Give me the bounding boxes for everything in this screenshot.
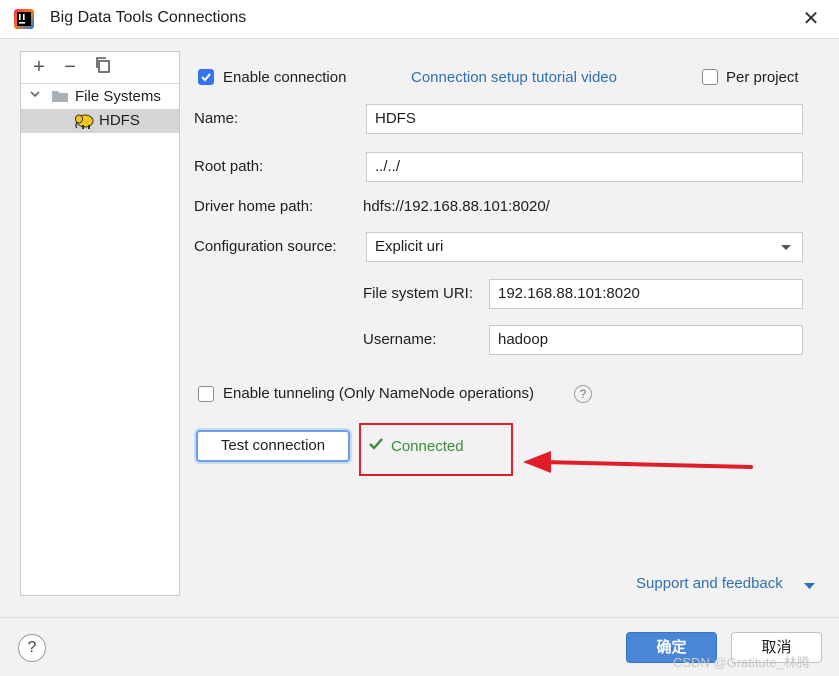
support-feedback-link[interactable]: Support and feedback: [636, 575, 783, 592]
annotation-highlight-box: [359, 423, 513, 476]
help-icon[interactable]: ?: [574, 385, 592, 403]
footer-divider: [0, 617, 839, 618]
enable-connection-label: Enable connection: [223, 69, 347, 86]
dropdown-arrow-icon[interactable]: [780, 233, 792, 271]
dialog-title: Big Data Tools Connections: [50, 9, 247, 26]
app-icon: [14, 9, 34, 29]
test-connection-button[interactable]: Test connection: [196, 430, 350, 462]
tree-item-hdfs[interactable]: HDFS: [21, 109, 179, 133]
configuration-source-value: Explicit uri: [375, 238, 444, 255]
tutorial-video-link[interactable]: Connection setup tutorial video: [411, 69, 617, 86]
tree-toolbar: + −: [21, 52, 179, 84]
configuration-source-label: Configuration source:: [194, 238, 337, 255]
name-input[interactable]: HDFS: [366, 104, 803, 134]
username-label: Username:: [363, 331, 437, 348]
close-icon[interactable]: ✕: [798, 6, 824, 32]
tree-item-label: File Systems: [75, 88, 161, 105]
root-path-input[interactable]: ../../: [366, 152, 803, 182]
add-icon[interactable]: +: [28, 56, 50, 78]
folder-icon: [51, 88, 69, 108]
fs-uri-input[interactable]: 192.168.88.101:8020: [489, 279, 803, 309]
connections-tree-panel: + − File Systems HDFS: [20, 51, 180, 596]
per-project-checkbox[interactable]: [702, 69, 718, 85]
enable-tunneling-label: Enable tunneling (Only NameNode operatio…: [223, 385, 535, 402]
configuration-source-select[interactable]: Explicit uri: [366, 232, 803, 262]
tree-item-label: HDFS: [99, 112, 140, 129]
per-project-label: Per project: [726, 69, 799, 86]
help-circle-icon[interactable]: ?: [18, 634, 46, 662]
watermark-text: CSDN @Gratitute_林腾: [673, 655, 810, 670]
remove-icon[interactable]: −: [59, 56, 81, 78]
driver-home-path-value: hdfs://192.168.88.101:8020/: [363, 198, 550, 215]
copy-icon[interactable]: [92, 56, 114, 78]
annotation-arrow: [523, 451, 753, 473]
title-bar: Big Data Tools Connections ✕: [0, 0, 839, 39]
fs-uri-label: File system URI:: [363, 285, 474, 302]
caret-down-icon[interactable]: [804, 578, 815, 595]
enable-connection-checkbox[interactable]: [198, 69, 214, 85]
enable-tunneling-checkbox[interactable]: [198, 386, 214, 402]
username-input[interactable]: hadoop: [489, 325, 803, 355]
driver-home-path-label: Driver home path:: [194, 198, 314, 215]
tree-item-file-systems[interactable]: File Systems: [21, 85, 179, 109]
root-path-label: Root path:: [194, 158, 264, 175]
chevron-down-icon[interactable]: [29, 86, 41, 105]
name-label: Name:: [194, 110, 239, 127]
hadoop-elephant-icon: [73, 111, 95, 135]
